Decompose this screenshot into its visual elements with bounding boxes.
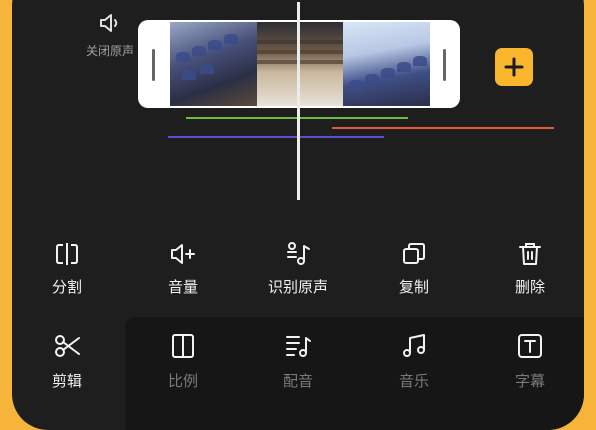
tab-dubbing-label: 配音 [282, 372, 313, 390]
tab-subtitle[interactable]: 字幕 [475, 332, 584, 391]
copy-icon [403, 243, 425, 264]
add-clip-button[interactable] [495, 48, 533, 86]
music-note-icon [287, 242, 310, 265]
clip-thumbnails [170, 22, 430, 106]
tab-music-label: 音乐 [398, 372, 429, 390]
recognize-audio-label: 识别原声 [267, 278, 328, 296]
clip-left-handle[interactable] [152, 49, 155, 81]
split-icon [56, 243, 78, 265]
dubbing-icon [286, 336, 311, 357]
editor-panel: 关闭原声 分割 音量 识别原声 复制 删除 剪辑 比例 配音 音乐 字幕 [12, 0, 584, 430]
volume-label: 音量 [167, 278, 198, 296]
scissors-icon [55, 335, 80, 357]
audio-track-orange[interactable] [332, 127, 554, 129]
thumbnail-frame [170, 22, 257, 106]
copy-button[interactable]: 复制 [359, 238, 469, 297]
copy-label: 复制 [398, 278, 429, 296]
thumbnail-frame [343, 22, 430, 106]
clip-tools: 分割 音量 识别原声 复制 删除 [12, 238, 584, 308]
plus-icon [504, 57, 524, 77]
split-button[interactable]: 分割 [12, 238, 122, 297]
speaker-icon [100, 14, 118, 32]
trash-icon [519, 243, 541, 265]
split-label: 分割 [51, 278, 82, 296]
playhead[interactable] [297, 2, 300, 200]
volume-button[interactable]: 音量 [128, 238, 238, 297]
ratio-icon [172, 334, 194, 358]
music-icon [403, 334, 425, 357]
tab-music[interactable]: 音乐 [359, 332, 469, 391]
tab-cut[interactable]: 剪辑 [12, 332, 122, 391]
tab-ratio[interactable]: 比例 [128, 332, 238, 391]
delete-button[interactable]: 删除 [475, 238, 584, 297]
volume-plus-icon [171, 244, 195, 264]
recognize-audio-button[interactable]: 识别原声 [243, 238, 353, 297]
tab-cut-label: 剪辑 [51, 372, 82, 390]
audio-track-blue[interactable] [168, 136, 384, 138]
text-icon [518, 334, 542, 358]
tab-subtitle-label: 字幕 [514, 372, 545, 390]
tab-dubbing[interactable]: 配音 [243, 332, 353, 391]
delete-label: 删除 [514, 278, 545, 296]
clip-right-handle[interactable] [443, 49, 446, 81]
tab-ratio-label: 比例 [167, 372, 198, 390]
